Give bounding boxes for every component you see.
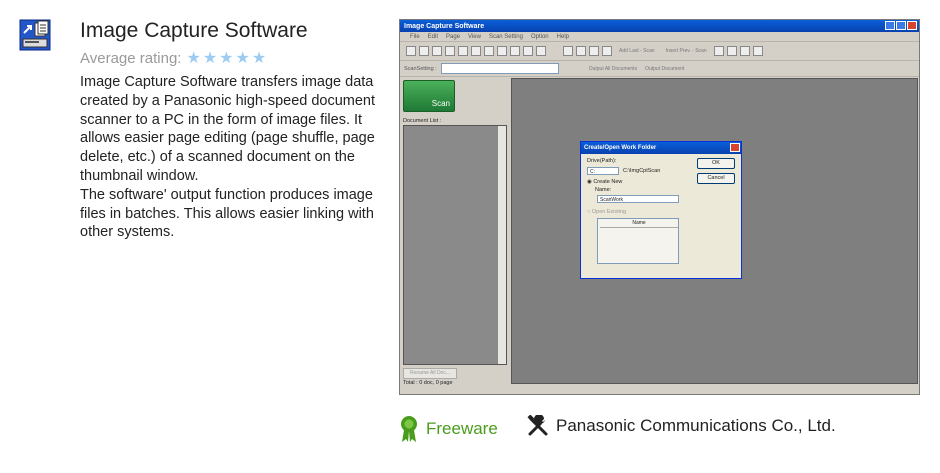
- window-title-text: Image Capture Software: [404, 22, 485, 30]
- product-screenshot[interactable]: Image Capture Software File Edit Page Vi…: [399, 19, 920, 395]
- menu-page: Page: [446, 33, 461, 40]
- menu-view: View: [468, 33, 481, 40]
- menu-option: Option: [530, 33, 549, 40]
- rating-label: Average rating:: [80, 50, 182, 67]
- screenshot-scan-button: Scan: [403, 80, 455, 112]
- ok-button: OK: [697, 158, 735, 169]
- screenshot-menu-bar: File Edit Page View Scan Setting Option …: [400, 32, 919, 42]
- description-paragraph: The software' output function produces i…: [80, 186, 374, 241]
- screenshot-status-strip: [511, 384, 918, 392]
- dialog-title: Create/Open Work Folder: [584, 145, 657, 151]
- star-icon: ★: [235, 49, 250, 67]
- drive-label: Drive(Path):: [587, 158, 617, 164]
- screenshot-window-title: Image Capture Software: [400, 20, 919, 32]
- toolbar-insert-prev-scan: Insert Prev. - Scan: [665, 48, 707, 54]
- rating-stars: ★ ★ ★ ★ ★: [186, 49, 267, 67]
- total-text: Total : 0 doc, 0 page: [403, 380, 453, 386]
- menu-edit: Edit: [427, 33, 439, 40]
- tools-icon: [527, 414, 549, 437]
- output-document: Output Document: [645, 65, 685, 72]
- cancel-button: Cancel: [697, 173, 735, 184]
- toolbar-add-last-scan: Add Last - Scan: [619, 48, 655, 54]
- scan-setting-select: [440, 63, 559, 74]
- license-info: Freeware: [399, 415, 498, 443]
- open-existing-radio: ○ Open Existing: [587, 209, 627, 215]
- close-icon: [730, 143, 740, 152]
- star-icon: ★: [219, 49, 234, 67]
- scan-setting-label: ScanSetting :: [404, 65, 437, 72]
- output-all-documents: Output All Documents: [588, 65, 638, 72]
- description: Image Capture Software transfers image d…: [80, 73, 390, 242]
- path-value: C:\ImgCptScan: [623, 168, 661, 174]
- list-header: Name: [600, 219, 678, 228]
- award-ribbon-icon: [399, 415, 419, 443]
- drive-select: C:: [587, 167, 619, 175]
- menu-scan-setting: Scan Setting: [488, 33, 523, 40]
- window-controls: [885, 21, 917, 30]
- menu-help: Help: [556, 33, 569, 40]
- name-field: ScanWork: [597, 195, 679, 203]
- doc-list: [403, 125, 507, 365]
- publisher-info: Panasonic Communications Co., Ltd.: [527, 414, 836, 437]
- doc-list-label: Document List :: [403, 118, 442, 124]
- star-icon: ★: [251, 49, 267, 67]
- publisher-name[interactable]: Panasonic Communications Co., Ltd.: [556, 416, 836, 436]
- create-open-folder-dialog: Create/Open Work Folder Drive(Path): C: …: [580, 141, 742, 279]
- menu-file: File: [410, 33, 420, 40]
- screenshot-main-area: Create/Open Work Folder Drive(Path): C: …: [511, 78, 918, 384]
- star-icon: ★: [186, 49, 201, 67]
- license-label[interactable]: Freeware: [426, 419, 498, 439]
- screenshot-left-pane: Scan Document List : Rename All Doc... T…: [402, 78, 508, 388]
- existing-list: Name: [597, 218, 679, 264]
- rename-all-doc-button: Rename All Doc...: [403, 368, 457, 379]
- average-rating: Average rating: ★ ★ ★ ★ ★: [80, 50, 266, 67]
- page-title: Image Capture Software: [80, 19, 308, 42]
- name-label: Name:: [595, 187, 612, 193]
- screenshot-toolbar-2: ScanSetting : Output All Documents Outpu…: [400, 61, 919, 77]
- description-paragraph: Image Capture Software transfers image d…: [80, 74, 376, 184]
- screenshot-toolbar: Add Last - Scan Insert Prev. - Scan: [400, 42, 919, 61]
- star-icon: ★: [202, 49, 218, 67]
- app-icon: [19, 19, 51, 51]
- create-new-radio: ◉ Create New: [587, 179, 623, 185]
